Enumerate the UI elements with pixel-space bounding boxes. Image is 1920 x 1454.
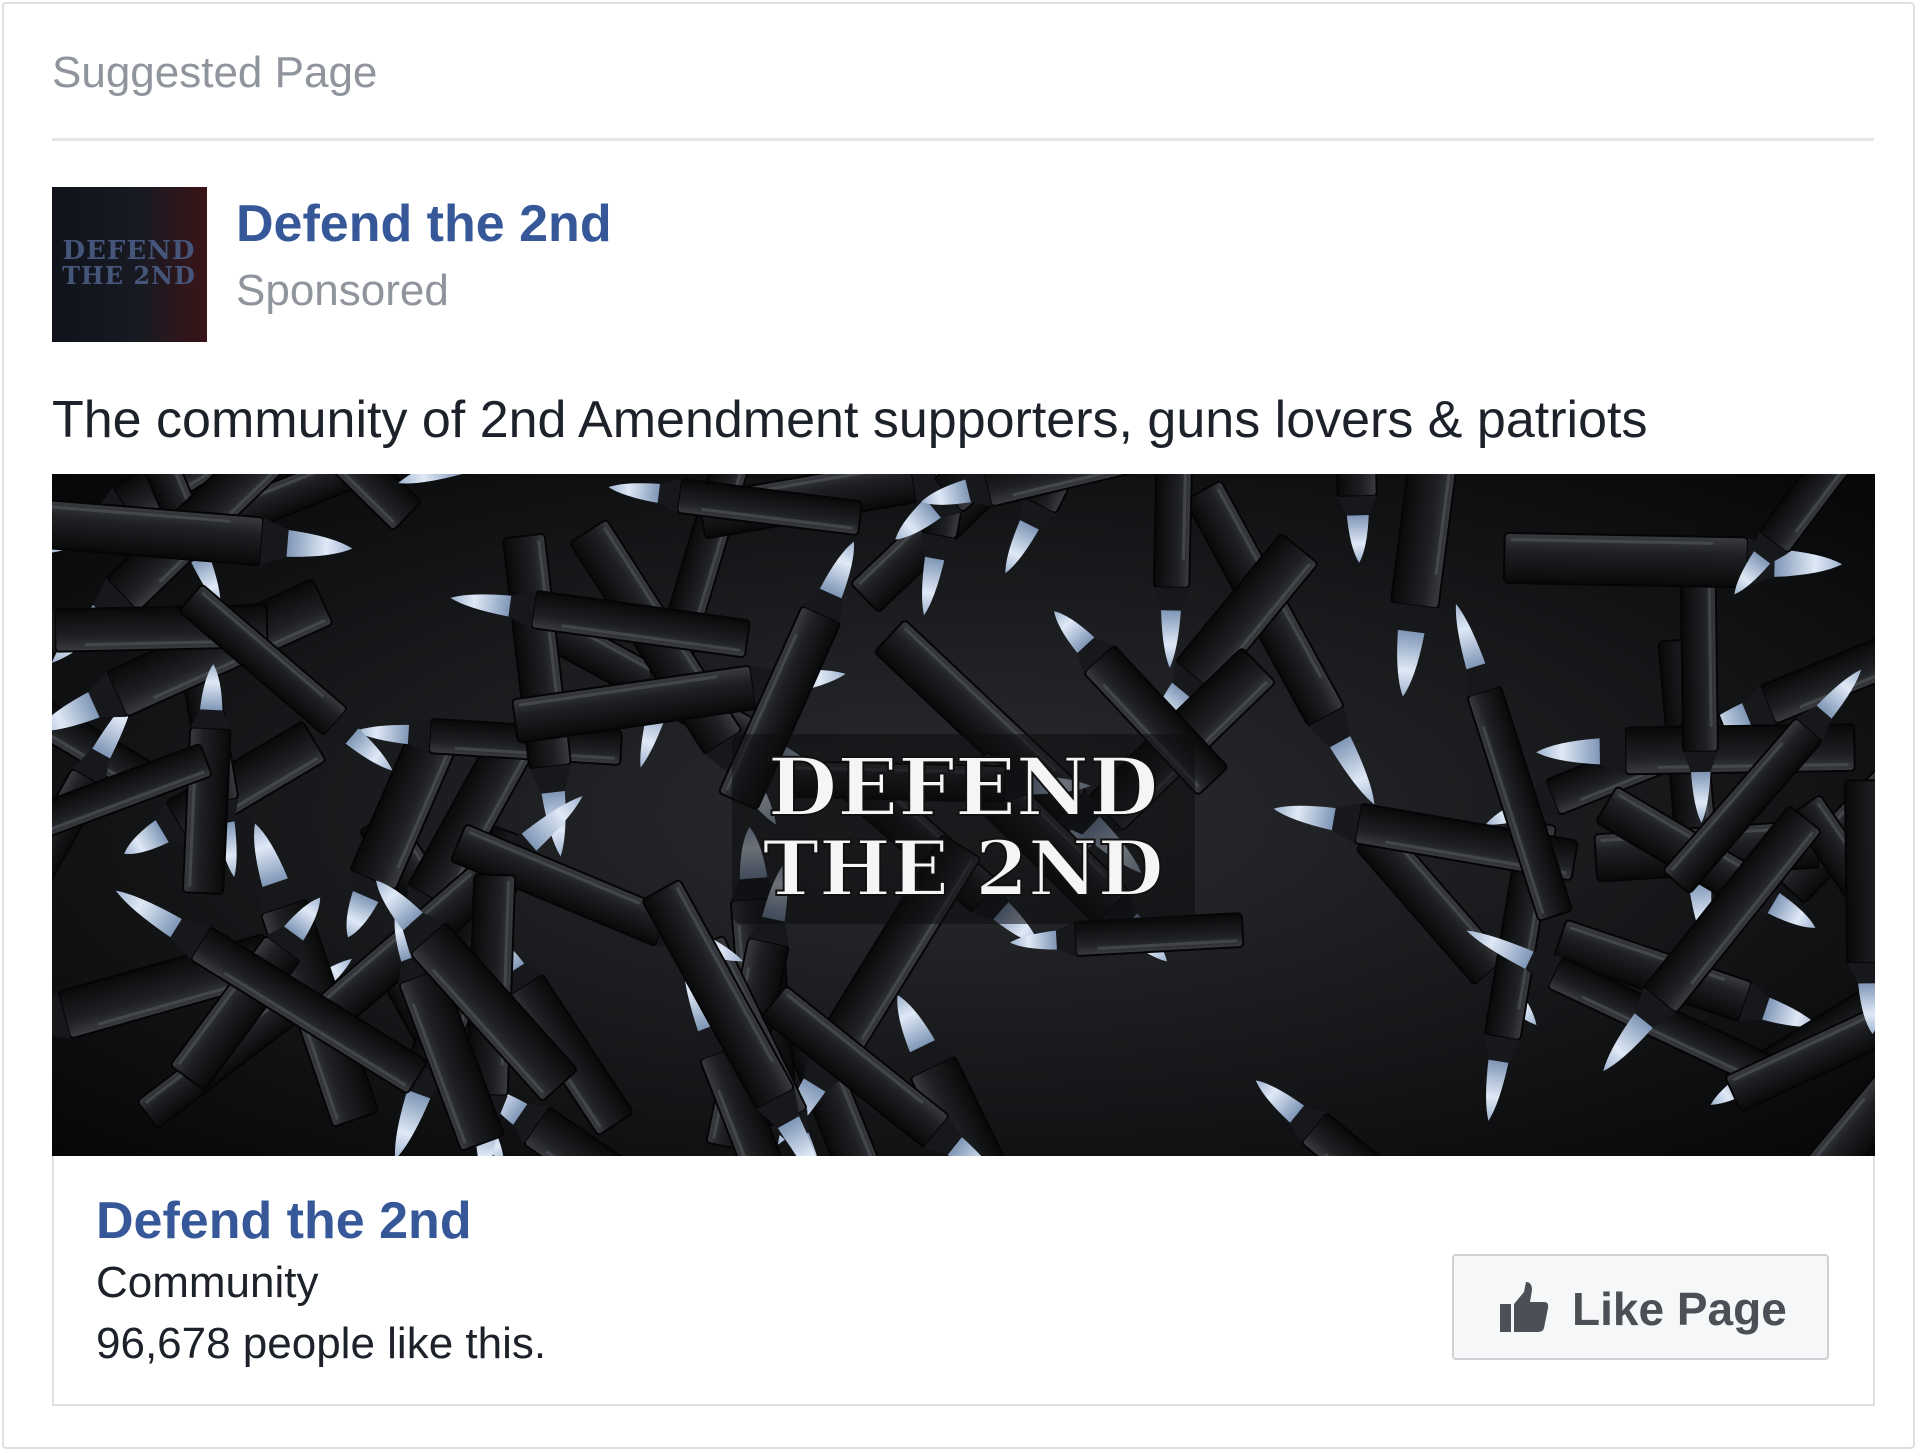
page-name-link[interactable]: Defend the 2nd (236, 194, 612, 254)
suggested-page-label: Suggested Page (52, 48, 378, 97)
page-avatar-logo: DEFEND THE 2ND (52, 187, 207, 342)
svg-text:THE 2ND: THE 2ND (62, 261, 196, 290)
like-page-label: Like Page (1572, 1283, 1787, 1335)
header-divider (52, 138, 1874, 141)
ad-image[interactable]: DEFEND THE 2ND (52, 474, 1875, 1157)
suggested-page-card: Suggested Page DEFEND THE 2ND Defend the… (2, 2, 1915, 1449)
page-category: Community (96, 1258, 319, 1307)
overlay-line-2: THE 2ND (762, 824, 1163, 913)
bullets-background-image: DEFEND THE 2ND (52, 474, 1875, 1157)
thumbs-up-icon (1498, 1280, 1550, 1339)
footer-page-name-link[interactable]: Defend the 2nd (96, 1191, 472, 1251)
sponsored-label: Sponsored (236, 266, 449, 315)
post-text: The community of 2nd Amendment supporter… (52, 391, 1648, 449)
page-likes-count: 96,678 people like this. (96, 1319, 547, 1368)
overlay-line-1: DEFEND (768, 740, 1159, 834)
like-page-button[interactable]: Like Page (1452, 1254, 1829, 1360)
page-avatar[interactable]: DEFEND THE 2ND (52, 187, 207, 342)
ad-footer: Defend the 2nd Community 96,678 people l… (52, 1156, 1875, 1406)
